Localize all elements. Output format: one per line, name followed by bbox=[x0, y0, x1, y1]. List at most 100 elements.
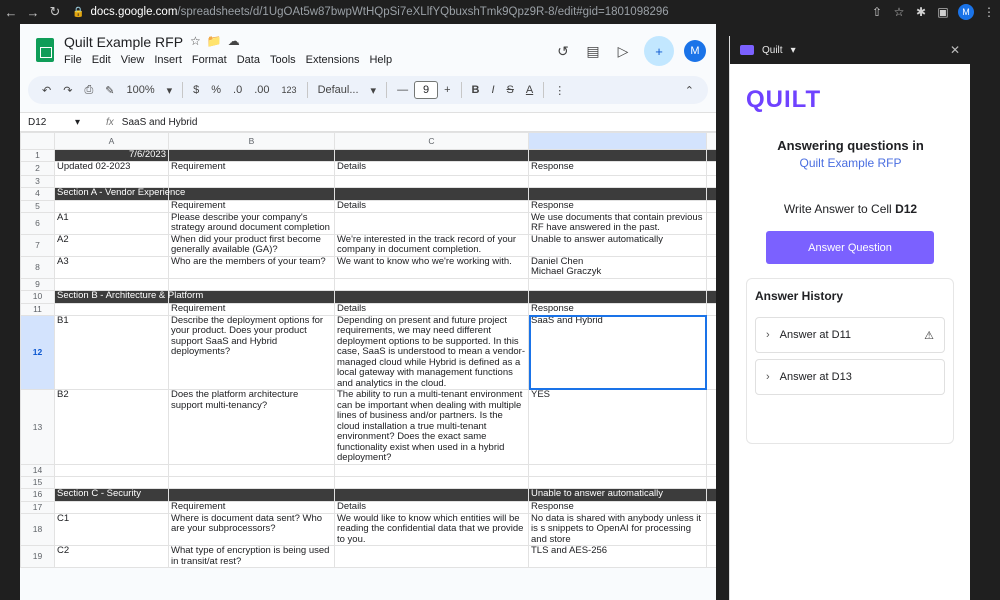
cell-c3[interactable] bbox=[334, 174, 529, 188]
cell-a3[interactable] bbox=[54, 174, 169, 188]
paint-format-icon[interactable]: ✎ bbox=[105, 84, 114, 97]
cell-c4[interactable] bbox=[334, 186, 529, 201]
move-folder-icon[interactable]: 📁 bbox=[207, 34, 228, 48]
cell-d5[interactable]: Response bbox=[528, 199, 707, 213]
meet-video-icon[interactable]: ▷ bbox=[608, 43, 638, 60]
row-header[interactable]: 7 bbox=[20, 233, 55, 257]
cell-d14[interactable] bbox=[528, 463, 707, 477]
cell-a11[interactable] bbox=[54, 302, 169, 316]
history-item-d13[interactable]: › Answer at D13 bbox=[755, 359, 945, 395]
cell-c16[interactable] bbox=[334, 487, 529, 502]
cell-b17[interactable]: Requirement bbox=[168, 500, 335, 514]
kebab-menu-icon[interactable]: ⋮ bbox=[978, 5, 1000, 19]
cell-b13[interactable]: Does the platform architecture support m… bbox=[168, 389, 335, 465]
cell-c5[interactable]: Details bbox=[334, 199, 529, 213]
cell-c14[interactable] bbox=[334, 463, 529, 477]
column-header-a[interactable]: A bbox=[54, 132, 169, 150]
cell-b18[interactable]: Where is document data sent? Who are you… bbox=[168, 512, 335, 546]
cell-b9[interactable] bbox=[168, 277, 335, 291]
comments-icon[interactable]: ▤ bbox=[578, 43, 608, 60]
increase-decimal-button[interactable]: .00 bbox=[254, 84, 269, 96]
cell-c18[interactable]: We would like to know which entities wil… bbox=[334, 512, 529, 546]
column-header-b[interactable]: B bbox=[168, 132, 335, 150]
cell-b19[interactable]: What type of encryption is being used in… bbox=[168, 545, 335, 568]
row-header[interactable]: 14 bbox=[20, 463, 55, 477]
cell-d16[interactable]: Unable to answer automatically bbox=[528, 487, 707, 502]
column-header-d[interactable] bbox=[528, 132, 707, 150]
cell-d13[interactable]: YES bbox=[528, 389, 707, 465]
extensions-puzzle-icon[interactable]: ✱ bbox=[910, 5, 932, 19]
row-header[interactable]: 12 bbox=[20, 314, 55, 390]
cell-c13[interactable]: The ability to run a multi-tenant enviro… bbox=[334, 389, 529, 465]
chevron-down-icon[interactable]: ▾ bbox=[791, 45, 796, 56]
formula-input[interactable]: SaaS and Hybrid bbox=[122, 117, 198, 128]
cell-d1[interactable] bbox=[528, 149, 707, 162]
share-page-icon[interactable]: ⇧ bbox=[866, 5, 888, 19]
forward-icon[interactable]: → bbox=[22, 5, 44, 20]
row-header[interactable]: 4 bbox=[20, 186, 55, 201]
cell-c9[interactable] bbox=[334, 277, 529, 291]
cell-a8[interactable]: A3 bbox=[54, 255, 169, 279]
back-icon[interactable]: ← bbox=[0, 5, 22, 20]
row-header[interactable]: 5 bbox=[20, 199, 55, 213]
bookmark-star-icon[interactable]: ☆ bbox=[888, 5, 910, 19]
corner-header[interactable] bbox=[20, 132, 55, 150]
menu-insert[interactable]: Insert bbox=[154, 54, 182, 66]
cell-b8[interactable]: Who are the members of your team? bbox=[168, 255, 335, 279]
strikethrough-icon[interactable]: S bbox=[507, 84, 514, 96]
chevron-down-icon[interactable]: ▾ bbox=[371, 84, 377, 97]
cell-a19[interactable]: C2 bbox=[54, 545, 169, 568]
cell-b4[interactable] bbox=[168, 186, 335, 201]
row-header[interactable]: 16 bbox=[20, 487, 55, 502]
menu-extensions[interactable]: Extensions bbox=[306, 54, 360, 66]
scrollbar-gutter[interactable] bbox=[706, 132, 716, 150]
cell-a13[interactable]: B2 bbox=[54, 389, 169, 465]
cell-b7[interactable]: When did your product first become gener… bbox=[168, 233, 335, 257]
close-icon[interactable]: ✕ bbox=[950, 43, 960, 57]
chevron-down-icon[interactable]: ▾ bbox=[167, 84, 173, 97]
cell-d10[interactable] bbox=[528, 289, 707, 304]
document-title[interactable]: Quilt Example RFP bbox=[64, 34, 183, 50]
cell-d4[interactable] bbox=[528, 186, 707, 201]
zoom-select[interactable]: 100% bbox=[126, 84, 154, 96]
cell-a10[interactable]: Section B - Architecture & Platform bbox=[54, 289, 203, 304]
redo-icon[interactable]: ↷ bbox=[63, 84, 72, 97]
menu-data[interactable]: Data bbox=[237, 54, 260, 66]
cell-b14[interactable] bbox=[168, 463, 335, 477]
cell-b11[interactable]: Requirement bbox=[168, 302, 335, 316]
reload-icon[interactable]: ↻ bbox=[44, 4, 66, 20]
cell-b3[interactable] bbox=[168, 174, 335, 188]
cell-c1[interactable] bbox=[334, 149, 529, 162]
cell-a2[interactable]: Updated 02-2023 bbox=[54, 160, 169, 176]
side-panel-icon[interactable]: ▣ bbox=[932, 5, 954, 19]
cell-c10[interactable] bbox=[334, 289, 529, 304]
cell-d17[interactable]: Response bbox=[528, 500, 707, 514]
sheets-logo-icon[interactable] bbox=[36, 38, 54, 62]
cell-d18[interactable]: No data is shared with anybody unless it… bbox=[528, 512, 707, 546]
cell-d11[interactable]: Response bbox=[528, 302, 707, 316]
answer-question-button[interactable]: Answer Question bbox=[766, 231, 934, 264]
cell-c19[interactable] bbox=[334, 545, 529, 568]
font-size-input[interactable]: 9 bbox=[414, 81, 439, 99]
row-header[interactable]: 18 bbox=[20, 512, 55, 546]
cell-c8[interactable]: We want to know who we're working with. bbox=[334, 255, 529, 279]
history-item-d11[interactable]: › Answer at D11 ⚠ bbox=[755, 317, 945, 353]
cell-b12[interactable]: Describe the deployment options for your… bbox=[168, 314, 335, 390]
cell-a12[interactable]: B1 bbox=[54, 314, 169, 390]
cell-a7[interactable]: A2 bbox=[54, 233, 169, 257]
column-header-c[interactable]: C bbox=[334, 132, 529, 150]
increase-font-size-icon[interactable]: + bbox=[444, 84, 450, 96]
menu-view[interactable]: View bbox=[121, 54, 145, 66]
share-person-icon[interactable]: + bbox=[644, 36, 674, 66]
print-icon[interactable]: ⎙ bbox=[84, 84, 93, 97]
menu-file[interactable]: File bbox=[64, 54, 82, 66]
row-header[interactable]: 17 bbox=[20, 500, 55, 514]
decrease-font-size-icon[interactable]: — bbox=[397, 84, 408, 96]
percent-format-button[interactable]: % bbox=[211, 84, 221, 96]
quilt-tab-label[interactable]: Quilt bbox=[762, 45, 783, 56]
row-header[interactable]: 3 bbox=[20, 174, 55, 188]
panel-divider[interactable] bbox=[716, 24, 729, 600]
row-header[interactable]: 2 bbox=[20, 160, 55, 176]
cell-c7[interactable]: We're interested in the track record of … bbox=[334, 233, 529, 257]
cell-a14[interactable] bbox=[54, 463, 169, 477]
